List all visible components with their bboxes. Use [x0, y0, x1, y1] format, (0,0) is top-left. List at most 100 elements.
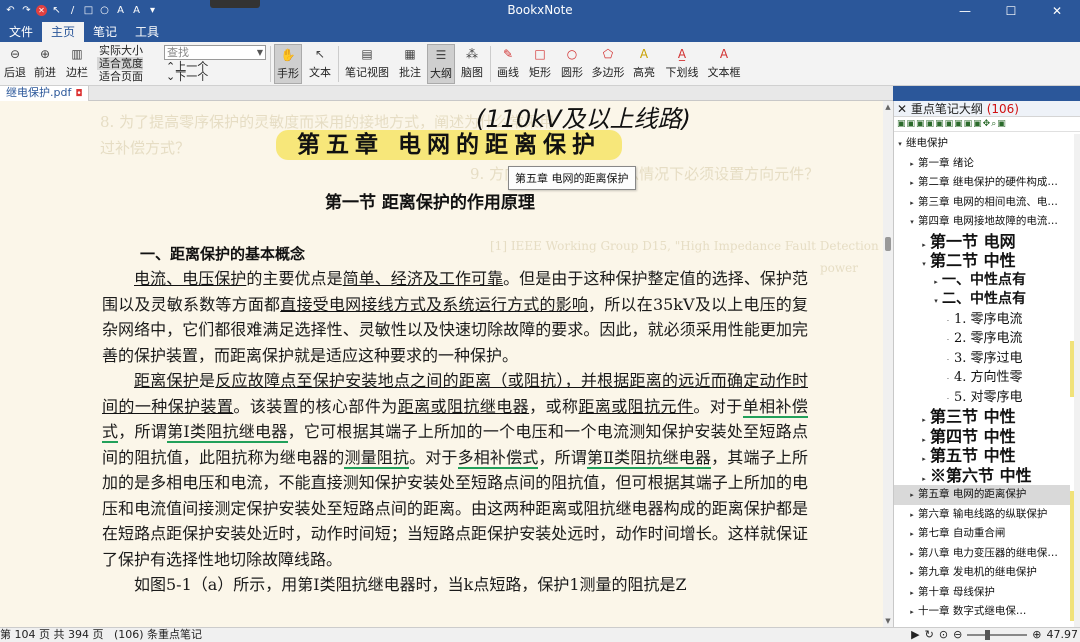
expand-toggle-icon[interactable]: ·	[942, 351, 954, 369]
outline-scrollbar[interactable]	[1074, 134, 1080, 627]
collapse-icon[interactable]: ▾	[894, 135, 906, 154]
play-icon[interactable]: ▶	[911, 628, 919, 642]
expand-toggle-icon[interactable]: ▸	[930, 272, 942, 291]
scroll-up-icon[interactable]: ▲	[883, 103, 893, 111]
sidebar-button[interactable]: ▥ 边栏	[63, 44, 91, 84]
expand-toggle-icon[interactable]: ▾	[930, 291, 942, 310]
expand-toggle-icon[interactable]: ▸	[906, 506, 918, 525]
underline-tool-button[interactable]: A̲ 下划线	[663, 44, 701, 84]
expand-toggle-icon[interactable]: ·	[942, 390, 954, 408]
hand-tool-button[interactable]: ✋ 手形	[274, 44, 302, 84]
outline-item[interactable]: ▸ 第三章 电网的相间电流、电…	[894, 193, 1070, 213]
expand-toggle-icon[interactable]: ▸	[918, 430, 930, 447]
forward-button[interactable]: ⊕ 前进	[32, 44, 58, 84]
expand-toggle-icon[interactable]: ▾	[918, 254, 930, 271]
zoom-fit-width[interactable]: 适合宽度	[97, 57, 143, 70]
expand-icon[interactable]: ✥	[983, 117, 991, 131]
outline-tool-icon[interactable]: ▣	[954, 117, 963, 131]
outline-item[interactable]: · 1. 零序电流	[894, 310, 1070, 330]
highlight-tool-button[interactable]: A 高亮	[630, 44, 658, 84]
zoom-out-icon[interactable]: ⊖	[953, 628, 962, 642]
expand-toggle-icon[interactable]: ▸	[918, 449, 930, 466]
outline-tool-icon[interactable]: ▣	[964, 117, 973, 131]
expand-toggle-icon[interactable]: ▾	[906, 213, 918, 232]
outline-item[interactable]: · 4. 方向性零	[894, 368, 1070, 388]
circle-tool-button[interactable]: ○ 圆形	[558, 44, 586, 84]
zoom-in-icon[interactable]: ⊕	[1032, 628, 1041, 642]
outline-item[interactable]: · 5. 对零序电	[894, 388, 1070, 408]
annotation-button[interactable]: ▦ 批注	[396, 44, 424, 84]
outline-item[interactable]: ▸ 第一章 绪论	[894, 154, 1070, 174]
expand-toggle-icon[interactable]: ·	[942, 331, 954, 349]
outline-item[interactable]: ▸ 第十章 母线保护	[894, 583, 1070, 603]
mindmap-button[interactable]: ⁂ 脑图	[458, 44, 486, 84]
outline-item[interactable]: ▾ 第四章 电网接地故障的电流…	[894, 212, 1070, 232]
outline-tool-icon[interactable]: ▣	[897, 117, 906, 131]
minimize-icon[interactable]: —	[942, 0, 988, 22]
textbox-tool-button[interactable]: A 文本框	[705, 44, 743, 84]
zoom-slider[interactable]	[967, 630, 1028, 640]
outline-tool-icon[interactable]: ▣	[926, 117, 935, 131]
menu-tab-file[interactable]: 文件	[0, 22, 42, 42]
expand-toggle-icon[interactable]: ▸	[918, 410, 930, 427]
close-panel-icon[interactable]: ✕	[897, 102, 911, 116]
outline-item[interactable]: · 2. 零序电流	[894, 329, 1070, 349]
outline-tool-icon[interactable]: ▣	[916, 117, 925, 131]
menu-tab-notes[interactable]: 笔记	[84, 22, 126, 42]
outline-item[interactable]: ▸ 第二章 继电保护的硬件构成…	[894, 173, 1070, 193]
expand-toggle-icon[interactable]: ▸	[906, 564, 918, 583]
expand-toggle-icon[interactable]: ·	[942, 312, 954, 330]
search-dropdown-icon[interactable]: ▼	[257, 46, 263, 59]
expand-toggle-icon[interactable]: ▸	[906, 194, 918, 213]
outline-tool-icon[interactable]: ▣	[945, 117, 954, 131]
close-tab-icon[interactable]: ◘	[75, 89, 82, 99]
outline-tool-icon[interactable]: ▣	[907, 117, 916, 131]
expand-toggle-icon[interactable]: ▸	[906, 486, 918, 505]
zoom-actual-size[interactable]: 实际大小	[97, 44, 143, 57]
outline-tool-icon[interactable]: ▣	[935, 117, 944, 131]
menu-tab-home[interactable]: 主页	[42, 22, 85, 42]
outline-tool-icon[interactable]: ▣	[997, 117, 1006, 131]
rotate-icon[interactable]: ↻	[925, 628, 934, 642]
line-tool-button[interactable]: ✎ 画线	[494, 44, 522, 84]
scroll-down-icon[interactable]: ▼	[883, 617, 893, 625]
expand-toggle-icon[interactable]: ▸	[918, 469, 930, 486]
expand-toggle-icon[interactable]: ▸	[918, 235, 930, 252]
outline-item[interactable]: ▸ 第六章 输电线路的纵联保护	[894, 505, 1070, 525]
expand-toggle-icon[interactable]: ▸	[906, 603, 918, 622]
outline-item[interactable]: ▾ 二、中性点有	[894, 290, 1070, 310]
menu-tab-tools[interactable]: 工具	[126, 22, 168, 42]
search-icon[interactable]: ⌕	[991, 117, 996, 131]
outline-item[interactable]: ▸ 一、中性点有	[894, 271, 1070, 291]
expand-toggle-icon[interactable]: ▸	[906, 584, 918, 603]
outline-item[interactable]: ▸ 第七章 自动重合闸	[894, 524, 1070, 544]
back-button[interactable]: ⊖ 后退	[2, 44, 28, 84]
rect-tool-button[interactable]: □ 矩形	[526, 44, 554, 84]
search-input[interactable]: 查找 ▼	[164, 45, 266, 60]
expand-toggle-icon[interactable]: ·	[942, 370, 954, 388]
expand-toggle-icon[interactable]: ▸	[906, 174, 918, 193]
outline-item[interactable]: ▸ 十一章 数字式继电保…	[894, 602, 1070, 622]
page-scrollbar[interactable]: ▲ ▼	[883, 101, 893, 627]
outline-item[interactable]: ▸ 第四节 中性	[894, 427, 1070, 447]
text-tool-button[interactable]: ↖ 文本	[306, 44, 334, 84]
outline-item[interactable]: ▸ 第一节 电网	[894, 232, 1070, 252]
expand-toggle-icon[interactable]: ▸	[906, 155, 918, 174]
scroll-thumb[interactable]	[885, 237, 891, 251]
outline-item[interactable]: ▸ 第五章 电网的距离保护	[894, 485, 1070, 505]
outline-item[interactable]: ▸ ※第六节 中性	[894, 466, 1070, 486]
polygon-tool-button[interactable]: ⬠ 多边形	[589, 44, 627, 84]
outline-root[interactable]: ▾ 继电保护	[894, 134, 1070, 154]
outline-tool-icon[interactable]: ▣	[973, 117, 982, 131]
view-icon[interactable]: ⊙	[939, 628, 948, 642]
outline-item[interactable]: · 3. 零序过电	[894, 349, 1070, 369]
expand-toggle-icon[interactable]: ▸	[906, 545, 918, 564]
find-next-button[interactable]: ⌄下一个	[166, 71, 208, 82]
outline-item[interactable]: ▸ 第五节 中性	[894, 446, 1070, 466]
close-window-icon[interactable]: ✕	[1034, 0, 1080, 22]
zoom-fit-page[interactable]: 适合页面	[97, 70, 143, 83]
outline-item[interactable]: ▸ 第三节 中性	[894, 407, 1070, 427]
expand-toggle-icon[interactable]: ▸	[906, 525, 918, 544]
note-view-button[interactable]: ▤ 笔记视图	[342, 44, 392, 84]
doc-tab[interactable]: 继电保护.pdf ◘	[0, 86, 90, 101]
